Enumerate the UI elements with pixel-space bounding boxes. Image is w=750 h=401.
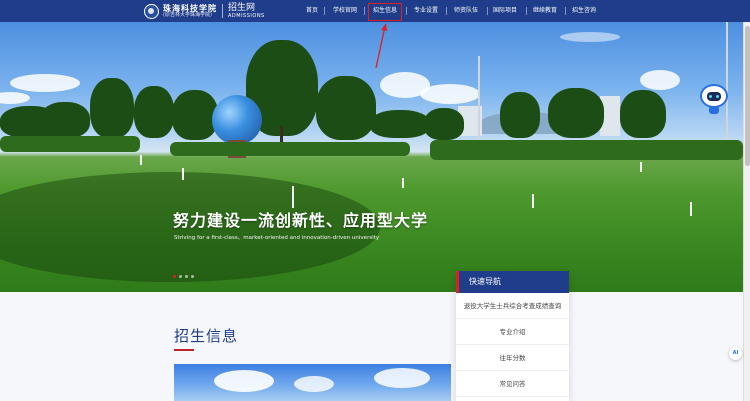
- carousel-dot[interactable]: [185, 275, 188, 278]
- carousel-dot[interactable]: [191, 275, 194, 278]
- nav-separator: [565, 7, 566, 15]
- hero-subtitle: Striving for a first-class、market-orient…: [174, 235, 380, 241]
- tree: [40, 102, 90, 138]
- tree: [500, 92, 540, 138]
- site-logo[interactable]: 珠海科技学院 (原吉林大学珠海学院) 招生网 ADMISSIONS: [144, 2, 265, 20]
- carousel-dots: [173, 275, 194, 278]
- hedge: [0, 136, 140, 152]
- school-name: 珠海科技学院: [163, 3, 217, 13]
- cloud: [560, 32, 620, 42]
- cloud: [420, 84, 480, 104]
- robot-assistant-icon[interactable]: [700, 84, 728, 116]
- cloud: [214, 370, 274, 392]
- globe-sculpture: [212, 95, 262, 145]
- page-scrollbar[interactable]: [743, 22, 750, 401]
- carousel-dot[interactable]: [179, 275, 182, 278]
- school-former-name: (原吉林大学珠海学院): [163, 12, 212, 18]
- tree: [316, 76, 376, 140]
- tree: [620, 90, 666, 138]
- logo-divider: [222, 4, 223, 18]
- tree: [134, 86, 174, 138]
- site-name: 招生网: [228, 2, 256, 13]
- section-title-underline: [174, 349, 194, 351]
- tree: [90, 78, 134, 138]
- cloud: [0, 92, 30, 104]
- nav-separator: [487, 7, 488, 15]
- tree: [424, 108, 464, 140]
- nav-separator: [526, 7, 527, 15]
- red-arrow-icon: [375, 23, 387, 69]
- carousel-dot[interactable]: [173, 275, 176, 278]
- nav-school-site[interactable]: 学校官网: [332, 0, 358, 22]
- lamp-pole: [726, 22, 728, 142]
- nav-separator: [406, 7, 407, 15]
- quick-nav-title: 快速导航: [456, 271, 569, 293]
- lawn-stake: [402, 178, 404, 188]
- nav-separator: [324, 7, 325, 15]
- cloud: [374, 368, 430, 388]
- ai-assistant-button[interactable]: AI: [729, 347, 742, 360]
- quick-nav-past-scores[interactable]: 往年分数: [456, 345, 569, 371]
- lamp-pole: [478, 56, 480, 146]
- quick-nav-veteran-score-query[interactable]: 退役大学生士兵综合考查成绩查询: [456, 293, 569, 319]
- hedge: [170, 142, 410, 156]
- lawn-stake: [292, 186, 294, 208]
- scrollbar-thumb[interactable]: [745, 26, 750, 166]
- news-image[interactable]: [174, 364, 451, 401]
- lawn-stake: [532, 194, 534, 208]
- nav-faculty[interactable]: 师资队伍: [453, 0, 479, 22]
- school-seal-icon: [144, 3, 159, 19]
- cloud: [10, 74, 80, 92]
- tree: [370, 110, 430, 138]
- hedge: [430, 140, 743, 160]
- cloud: [294, 376, 334, 392]
- site-name-en: ADMISSIONS: [228, 12, 265, 19]
- nav-continuing-education[interactable]: 继续教育: [532, 0, 558, 22]
- nav-separator: [364, 7, 365, 15]
- nav-home[interactable]: 首页: [302, 0, 322, 22]
- admissions-page: 珠海科技学院 (原吉林大学珠海学院) 招生网 ADMISSIONS 首页 学校官…: [0, 0, 750, 401]
- lawn-stake: [182, 168, 184, 180]
- lawn-stake: [690, 202, 692, 216]
- lawn-stake: [640, 162, 642, 172]
- lawn-stake: [140, 155, 142, 165]
- nav-international[interactable]: 国际项目: [492, 0, 518, 22]
- quick-nav-major-intro[interactable]: 专业介绍: [456, 319, 569, 345]
- tree: [548, 88, 604, 138]
- nav-separator: [446, 7, 447, 15]
- hero-title: 努力建设一流创新性、应用型大学: [173, 211, 429, 230]
- cloud: [640, 70, 680, 90]
- section-title: 招生信息: [174, 327, 239, 345]
- quick-nav-panel: 快速导航 退役大学生士兵综合考查成绩查询 专业介绍 往年分数 常见问答: [456, 271, 569, 401]
- tree: [172, 90, 218, 140]
- annotation-highlight-box: [368, 3, 402, 21]
- quick-nav-faq[interactable]: 常见问答: [456, 371, 569, 397]
- nav-majors[interactable]: 专业设置: [413, 0, 439, 22]
- nav-admissions-consult[interactable]: 招生咨询: [571, 0, 597, 22]
